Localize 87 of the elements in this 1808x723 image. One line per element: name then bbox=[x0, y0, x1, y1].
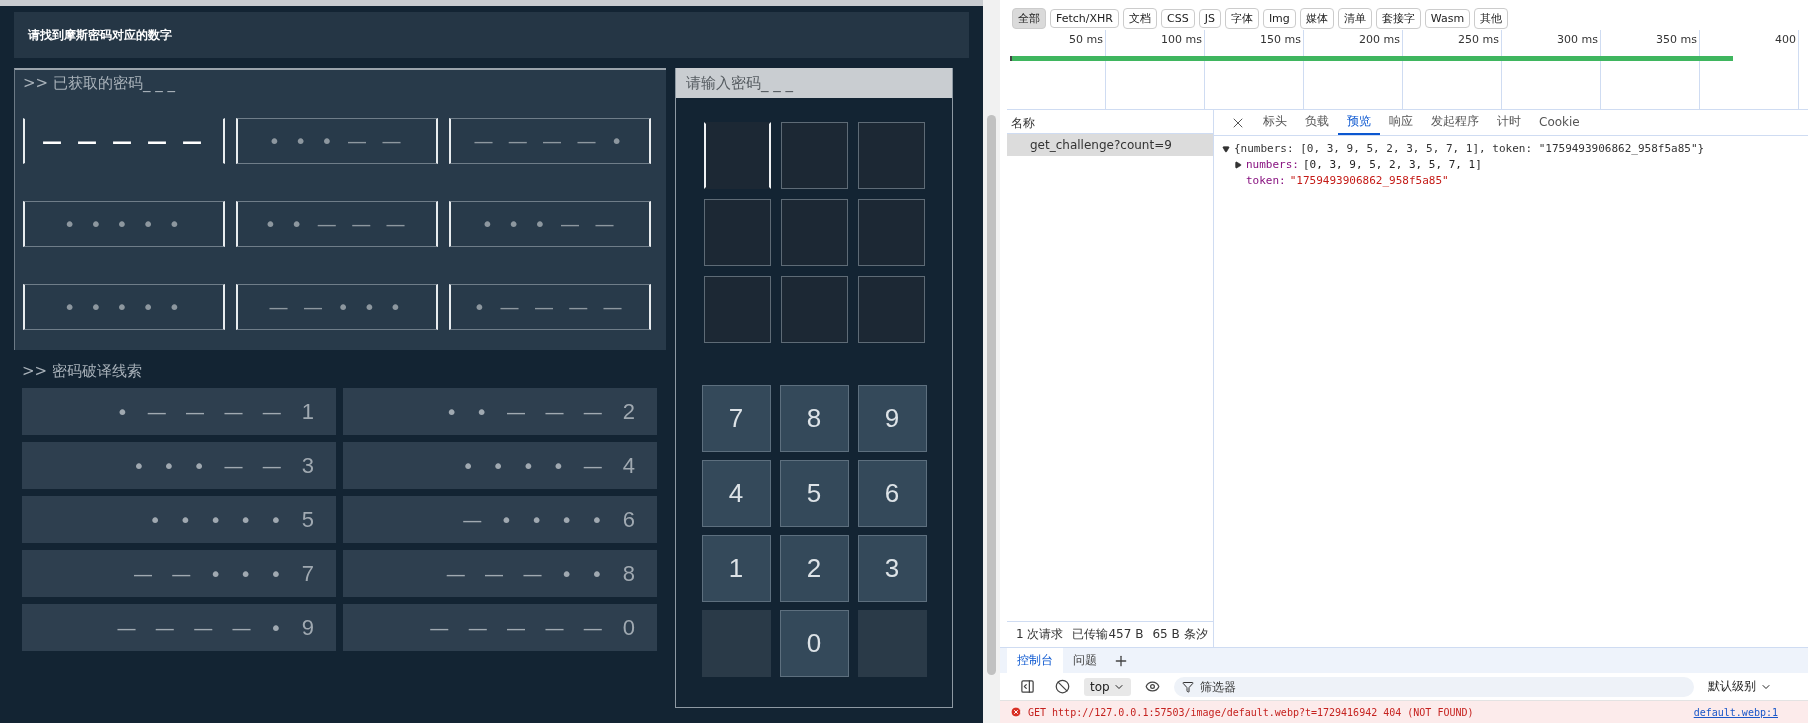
detail-tab[interactable]: 发起程序 bbox=[1422, 110, 1488, 135]
collapsed-triangle-icon[interactable] bbox=[1234, 160, 1242, 169]
morse-code[interactable]: — — — — • bbox=[449, 118, 651, 164]
source-link[interactable]: default.webp:1 bbox=[1693, 706, 1778, 718]
panel-icon bbox=[1020, 679, 1035, 694]
detail-tab[interactable]: 预览 bbox=[1338, 110, 1380, 135]
status-text: 65 B 条汐 bbox=[1152, 626, 1208, 643]
clue-digit: 9 bbox=[301, 614, 314, 641]
digit-key[interactable]: 5 bbox=[779, 460, 849, 527]
clue-digit: 5 bbox=[301, 506, 314, 533]
clue-morse: • • — — — bbox=[445, 399, 609, 424]
clue-morse: • • • • • bbox=[149, 507, 288, 532]
clear-icon bbox=[1055, 679, 1070, 694]
filter-field[interactable]: 筛选器 bbox=[1173, 676, 1694, 697]
section-heading: >> 已获取的密码_ _ _ bbox=[23, 74, 176, 94]
clue-morse: • • • — — bbox=[132, 453, 288, 478]
filter-icon bbox=[1181, 680, 1194, 693]
error-message: GET http://127.0.0.1:57503/image/default.webp?t=1729416942 404 (NOT FOUND) bbox=[1028, 706, 1475, 718]
filter-chip[interactable]: 媒体 bbox=[1299, 7, 1334, 29]
section-heading: >> 密码破译线索 bbox=[22, 362, 143, 382]
input-heading: 请输入密码_ _ _ bbox=[676, 68, 952, 98]
clue-morse: — — • • • bbox=[132, 561, 288, 586]
morse-code[interactable]: • • • • • bbox=[23, 284, 225, 330]
digit-key[interactable]: 6 bbox=[857, 460, 927, 527]
filter-chip[interactable]: 全部 bbox=[1012, 7, 1046, 29]
clue-digit: 2 bbox=[622, 398, 635, 425]
clue-digit: 4 bbox=[622, 452, 635, 479]
morse-code[interactable]: — — — — — bbox=[23, 118, 225, 164]
digit-key[interactable]: 4 bbox=[701, 460, 771, 527]
console-tab[interactable]: 控制台 bbox=[1007, 648, 1063, 673]
detail-tab[interactable]: 负载 bbox=[1296, 110, 1338, 135]
detail-tab[interactable]: Cookie bbox=[1530, 110, 1589, 135]
clue-morse: — • • • • bbox=[462, 507, 609, 532]
clue-morse: • • • • — bbox=[462, 453, 609, 478]
digit-key[interactable]: 3 bbox=[857, 535, 927, 602]
clue-morse: • — — — — bbox=[116, 399, 288, 424]
detail-tab[interactable]: 标头 bbox=[1254, 110, 1296, 135]
context-dropdown[interactable]: top bbox=[1084, 677, 1131, 696]
eye-icon bbox=[1144, 679, 1160, 694]
digit-key[interactable]: 8 bbox=[779, 385, 849, 452]
console-tab[interactable]: 问题 bbox=[1063, 648, 1107, 673]
json-summary: {numbers: [0, 3, 9, 5, 2, 3, 5, 7, 1], token: "1759493906862_958f5a85"} bbox=[1234, 142, 1705, 155]
digit-key[interactable]: 7 bbox=[701, 385, 771, 452]
error-icon bbox=[1010, 706, 1022, 718]
digit-key[interactable]: 0 bbox=[779, 610, 849, 677]
filter-chip[interactable]: 文档 bbox=[1123, 7, 1157, 29]
json-value: [0, 3, 9, 5, 2, 3, 5, 7, 1] bbox=[1303, 158, 1482, 171]
morse-code[interactable]: • • • — — bbox=[236, 118, 438, 164]
digit-key[interactable]: 2 bbox=[779, 535, 849, 602]
morse-code[interactable]: • • • • • bbox=[23, 201, 225, 247]
filter-chip[interactable]: 套接字 bbox=[1375, 7, 1421, 29]
digit-key[interactable]: 9 bbox=[857, 385, 927, 452]
filter-chip[interactable]: JS bbox=[1198, 8, 1221, 28]
filter-chip[interactable]: Wasm bbox=[1424, 8, 1471, 28]
clue-morse: — — — • • bbox=[445, 561, 609, 586]
page-title: 请找到摩斯密码对应的数字 bbox=[28, 26, 172, 44]
scrollbar-thumb[interactable] bbox=[987, 115, 996, 675]
level-dropdown[interactable]: 默认级别 bbox=[1702, 677, 1778, 696]
json-key: token: bbox=[1246, 174, 1286, 187]
status-text: 已传输457 B bbox=[1072, 626, 1144, 643]
status-text: 1 次请求 bbox=[1016, 626, 1064, 643]
morse-code[interactable]: • — — — — bbox=[449, 284, 651, 330]
json-key: numbers: bbox=[1246, 158, 1299, 171]
clue-digit: 6 bbox=[622, 506, 635, 533]
clue-digit: 3 bbox=[301, 452, 314, 479]
filter-chip[interactable]: Img bbox=[1262, 8, 1296, 28]
request-row[interactable]: get_challenge?count=9 bbox=[1007, 134, 1213, 156]
password-slot[interactable] bbox=[703, 122, 771, 189]
detail-tab[interactable]: 计时 bbox=[1488, 110, 1530, 135]
clue-digit: 0 bbox=[622, 614, 635, 641]
clue-digit: 7 bbox=[301, 560, 314, 587]
morse-code[interactable]: — — • • • bbox=[236, 284, 438, 330]
filter-chip[interactable]: Fetch/XHR bbox=[1050, 8, 1119, 28]
filter-chip[interactable]: CSS bbox=[1161, 8, 1195, 28]
json-value: "1759493906862_958f5a85" bbox=[1289, 174, 1449, 187]
digit-key[interactable]: 1 bbox=[701, 535, 771, 602]
clue-digit: 1 bbox=[301, 398, 314, 425]
clue-morse: — — — — • bbox=[116, 615, 288, 640]
expanded-triangle-icon[interactable] bbox=[1222, 144, 1230, 153]
morse-code[interactable]: • • • — — bbox=[449, 201, 651, 247]
morse-code[interactable]: • • — — — bbox=[236, 201, 438, 247]
filter-chip[interactable]: 清单 bbox=[1337, 7, 1372, 29]
clue-digit: 8 bbox=[622, 560, 635, 587]
detail-tab[interactable]: 响应 bbox=[1380, 110, 1422, 135]
clue-morse: — — — — — bbox=[429, 615, 609, 640]
filter-chip[interactable]: 其他 bbox=[1474, 7, 1509, 29]
filter-chip[interactable]: 字体 bbox=[1224, 7, 1259, 29]
